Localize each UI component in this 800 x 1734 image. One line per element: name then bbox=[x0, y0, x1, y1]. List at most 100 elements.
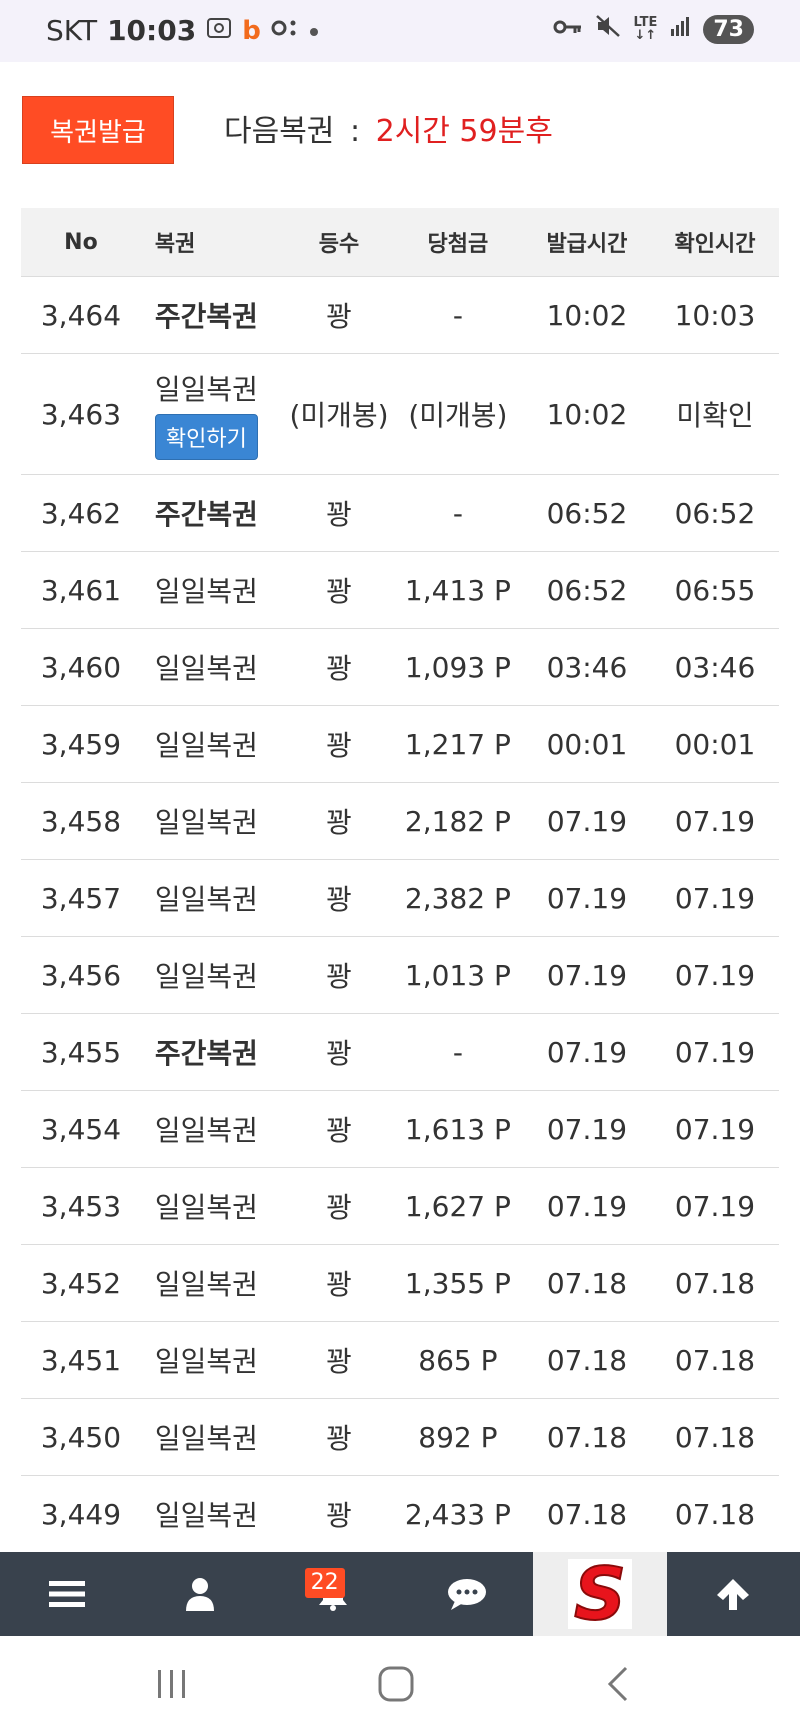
cell-lottery: 일일복권 bbox=[140, 782, 286, 860]
table-row: 3,458 일일복권 꽝 2,182 P 07.19 07.19 bbox=[21, 782, 779, 860]
cell-issued-time: 07.19 bbox=[522, 1013, 651, 1091]
back-icon[interactable] bbox=[606, 1666, 630, 1706]
status-bar: SKT 10:03 b LTE ↓↑ 73 bbox=[0, 0, 800, 62]
cell-checked-time: 07.19 bbox=[650, 859, 779, 937]
lottery-type: 주간복권 bbox=[154, 1037, 258, 1070]
cell-lottery: 일일복권확인하기 bbox=[140, 353, 286, 475]
cell-prize: 1,013 P bbox=[392, 936, 523, 1014]
table-row: 3,454 일일복권 꽝 1,613 P 07.19 07.19 bbox=[21, 1090, 779, 1168]
cell-checked-time: 07.18 bbox=[650, 1398, 779, 1476]
cell-lottery: 주간복권 bbox=[140, 1013, 286, 1091]
cell-prize: - bbox=[392, 276, 523, 354]
column-header-prize: 당첨금 bbox=[392, 208, 523, 277]
cell-checked-time: 07.18 bbox=[650, 1244, 779, 1322]
cell-lottery: 일일복권 bbox=[140, 1244, 286, 1322]
cell-no: 3,455 bbox=[21, 1013, 141, 1091]
issue-lottery-button[interactable]: 복권발급 bbox=[22, 96, 174, 164]
key-icon bbox=[553, 17, 583, 42]
cell-checked-time: 07.18 bbox=[650, 1321, 779, 1399]
cell-lottery: 일일복권 bbox=[140, 1321, 286, 1399]
cell-issued-time: 07.19 bbox=[522, 782, 651, 860]
cell-no: 3,463 bbox=[21, 353, 141, 475]
user-icon[interactable] bbox=[133, 1552, 266, 1636]
lottery-history-table: No 복권 등수 당첨금 발급시간 확인시간 3,464 주간복권 꽝 -10:02 1… bbox=[21, 208, 779, 1553]
cell-checked-time: 미확인 bbox=[650, 353, 779, 475]
cell-prize: 2,382 P bbox=[392, 859, 523, 937]
table-header-row: No 복권 등수 당첨금 발급시간 확인시간 bbox=[21, 208, 779, 277]
cell-issued-time: 07.19 bbox=[522, 936, 651, 1014]
cell-rank: 꽝 bbox=[285, 859, 393, 937]
bell-icon[interactable]: 22 bbox=[267, 1552, 400, 1636]
next-lottery-separator: : bbox=[349, 114, 361, 149]
lottery-type: 주간복권 bbox=[154, 498, 258, 531]
cell-no: 3,459 bbox=[21, 705, 141, 783]
next-lottery-label: 다음복권 bbox=[224, 114, 335, 149]
lottery-type: 일일복권 bbox=[154, 883, 258, 916]
cell-no: 3,452 bbox=[21, 1244, 141, 1322]
cell-no: 3,458 bbox=[21, 782, 141, 860]
home-icon[interactable] bbox=[378, 1666, 414, 1706]
table-row: 3,461 일일복권 꽝 1,413 P 06:52 06:55 bbox=[21, 551, 779, 629]
screenshot-icon bbox=[206, 16, 232, 46]
cell-lottery: 일일복권 bbox=[140, 705, 286, 783]
cell-prize: 1,627 P bbox=[392, 1167, 523, 1245]
lottery-type: 일일복권 bbox=[154, 1499, 258, 1532]
link-icon bbox=[271, 18, 299, 44]
cell-prize: 1,413 P bbox=[392, 551, 523, 629]
cell-prize: 2,433 P bbox=[392, 1475, 523, 1553]
confirm-button[interactable]: 확인하기 bbox=[154, 414, 258, 460]
cell-checked-time: 07.18 bbox=[650, 1475, 779, 1553]
cell-rank: 꽝 bbox=[285, 628, 393, 706]
lottery-type: 일일복권 bbox=[154, 729, 258, 762]
lottery-type: 일일복권 bbox=[154, 1191, 258, 1224]
cell-checked-time: 06:52 bbox=[650, 474, 779, 552]
arrow-up-icon[interactable] bbox=[667, 1552, 800, 1636]
cell-rank: 꽝 bbox=[285, 782, 393, 860]
cell-checked-time: 03:46 bbox=[650, 628, 779, 706]
cell-no: 3,457 bbox=[21, 859, 141, 937]
lottery-type: 일일복권 bbox=[154, 373, 258, 406]
cell-issued-time: 06:52 bbox=[522, 551, 651, 629]
system-nav-bar bbox=[0, 1636, 800, 1734]
cell-checked-time: 07.19 bbox=[650, 1013, 779, 1091]
battery-level: 73 bbox=[703, 14, 754, 44]
cell-no: 3,450 bbox=[21, 1398, 141, 1476]
cell-lottery: 주간복권 bbox=[140, 474, 286, 552]
cell-lottery: 주간복권 bbox=[140, 276, 286, 354]
column-header-lottery: 복권 bbox=[140, 208, 286, 277]
cell-issued-time: 00:01 bbox=[522, 705, 651, 783]
table-row: 3,452 일일복권 꽝 1,355 P 07.18 07.18 bbox=[21, 1244, 779, 1322]
cell-rank: (미개봉) bbox=[285, 353, 393, 475]
cell-lottery: 일일복권 bbox=[140, 1398, 286, 1476]
cell-lottery: 일일복권 bbox=[140, 936, 286, 1014]
table-row: 3,459 일일복권 꽝 1,217 P 00:01 00:01 bbox=[21, 705, 779, 783]
recent-apps-icon[interactable] bbox=[156, 1668, 188, 1704]
cell-prize: 2,182 P bbox=[392, 782, 523, 860]
cell-prize: 1,093 P bbox=[392, 628, 523, 706]
cell-issued-time: 10:02 bbox=[522, 353, 651, 475]
menu-icon[interactable] bbox=[0, 1552, 133, 1636]
cell-lottery: 일일복권 bbox=[140, 1167, 286, 1245]
cell-rank: 꽝 bbox=[285, 276, 393, 354]
site-logo[interactable]: S bbox=[533, 1552, 667, 1636]
carrier-name: SKT bbox=[46, 14, 98, 47]
table-row: 3,453 일일복권 꽝 1,627 P 07.19 07.19 bbox=[21, 1167, 779, 1245]
svg-text:S: S bbox=[574, 1559, 626, 1629]
cell-issued-time: 10:02 bbox=[522, 276, 651, 354]
lottery-type: 주간복권 bbox=[154, 300, 258, 333]
lottery-type: 일일복권 bbox=[154, 960, 258, 993]
cell-rank: 꽝 bbox=[285, 1167, 393, 1245]
column-header-checked: 확인시간 bbox=[650, 208, 779, 277]
cell-lottery: 일일복권 bbox=[140, 1475, 286, 1553]
mute-icon bbox=[595, 14, 621, 44]
cell-checked-time: 07.19 bbox=[650, 936, 779, 1014]
table-row: 3,451 일일복권 꽝 865 P 07.18 07.18 bbox=[21, 1321, 779, 1399]
cell-issued-time: 07.18 bbox=[522, 1475, 651, 1553]
chat-icon[interactable] bbox=[400, 1552, 533, 1636]
cell-issued-time: 07.18 bbox=[522, 1244, 651, 1322]
cell-prize: 865 P bbox=[392, 1321, 523, 1399]
cell-no: 3,460 bbox=[21, 628, 141, 706]
cell-prize: 1,613 P bbox=[392, 1090, 523, 1168]
notification-badge: 22 bbox=[304, 1568, 345, 1598]
lottery-type: 일일복권 bbox=[154, 1268, 258, 1301]
